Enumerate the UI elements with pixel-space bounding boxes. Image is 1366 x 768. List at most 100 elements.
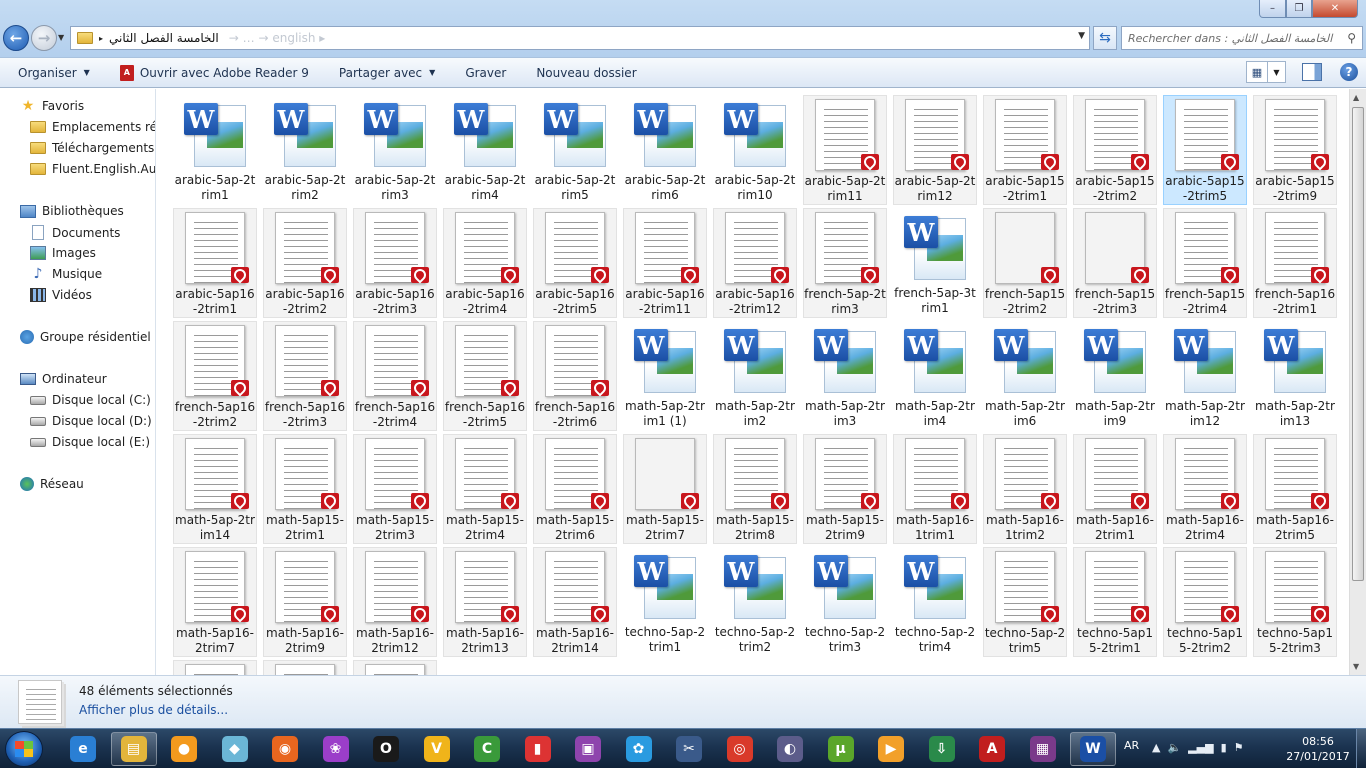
nav-libraries[interactable]: Bibliothèques [20, 204, 124, 218]
file-item[interactable]: arabic-5ap16-2trim5 [533, 208, 617, 318]
file-item[interactable]: Warabic-5ap-2trim2 [263, 95, 347, 205]
file-item[interactable]: Warabic-5ap-2trim5 [533, 95, 617, 205]
nav-recent-places[interactable]: Emplacements récents [30, 120, 155, 134]
file-item[interactable]: arabic-5ap15-2trim2 [1073, 95, 1157, 205]
taskbar-app-button[interactable]: ▶ [868, 732, 914, 766]
file-item[interactable]: french-5ap16-2trim3 [263, 321, 347, 431]
file-item[interactable]: Wmath-5ap-2trim12 [1163, 321, 1247, 431]
file-item[interactable]: arabic-5ap16-2trim3 [353, 208, 437, 318]
nav-downloads[interactable]: Téléchargements [30, 141, 154, 155]
taskbar-app-button[interactable]: W [1070, 732, 1116, 766]
taskbar-app-button[interactable]: ◐ [767, 732, 813, 766]
file-item[interactable]: math-5ap15-2trim9 [803, 434, 887, 544]
scroll-down-icon[interactable]: ▼ [1353, 662, 1359, 671]
file-item[interactable]: arabic-5ap16-2trim2 [263, 208, 347, 318]
file-item[interactable]: arabic-5ap15-2trim1 [983, 95, 1067, 205]
file-item[interactable]: french-5ap16-2trim4 [353, 321, 437, 431]
file-item[interactable]: Wtechno-5ap-2trim3 [803, 547, 887, 657]
show-more-details-link[interactable]: Afficher plus de détails... [79, 703, 228, 717]
nav-music[interactable]: ♪ Musique [30, 266, 103, 282]
file-item[interactable]: techno-5ap15-2trim1 [1073, 547, 1157, 657]
nav-images[interactable]: Images [30, 246, 96, 260]
forward-button[interactable]: → [31, 25, 57, 51]
taskbar-app-button[interactable]: ⇩ [919, 732, 965, 766]
taskbar-app-button[interactable]: ❀ [313, 732, 359, 766]
show-desktop-button[interactable] [1356, 729, 1366, 768]
taskbar-app-button[interactable]: C [464, 732, 510, 766]
open-with-button[interactable]: A Ouvrir avec Adobe Reader 9 [119, 64, 309, 81]
file-item[interactable]: math-5ap15-2trim4 [443, 434, 527, 544]
view-options-dropdown[interactable]: ▼ [1268, 61, 1286, 83]
file-item[interactable]: Warabic-5ap-2trim3 [353, 95, 437, 205]
nav-network[interactable]: Réseau [20, 477, 84, 491]
file-item[interactable]: math-5ap16-1trim2 [983, 434, 1067, 544]
file-item[interactable]: math-5ap16-2trim9 [263, 547, 347, 657]
flag-icon[interactable]: ⚑ [1234, 741, 1244, 754]
taskbar-app-button[interactable]: O [363, 732, 409, 766]
file-item[interactable]: french-5ap16-2trim1 [1253, 208, 1337, 318]
file-item[interactable]: math-5ap15-2trim7 [623, 434, 707, 544]
breadcrumb-arrow-icon[interactable]: ▸ [99, 34, 103, 43]
file-item[interactable]: Wmath-5ap-2trim9 [1073, 321, 1157, 431]
taskbar-app-button[interactable]: ▤ [110, 732, 157, 766]
file-item[interactable]: techno-5ap15-2trim2 [1163, 547, 1247, 657]
nav-disk-c[interactable]: Disque local (C:) [30, 393, 151, 407]
file-item[interactable]: techno-5ap15-2trim3 [1253, 547, 1337, 657]
file-item[interactable]: Wtechno-5ap-2trim1 [623, 547, 707, 657]
taskbar-app-button[interactable]: ● [161, 732, 207, 766]
file-item[interactable]: math-5ap15-2trim1 [263, 434, 347, 544]
file-item[interactable]: math-5ap16-2trim12 [353, 547, 437, 657]
burn-button[interactable]: Graver [465, 66, 506, 80]
file-item[interactable]: french-5ap16-2trim5 [443, 321, 527, 431]
nav-computer[interactable]: Ordinateur [20, 372, 107, 386]
file-item[interactable]: techno-5ap-2trim5 [983, 547, 1067, 657]
file-item[interactable]: math-5ap16-2trim1 [1073, 434, 1157, 544]
scrollbar-thumb[interactable] [1352, 107, 1364, 581]
file-item[interactable]: french-5ap15-2trim3 [1073, 208, 1157, 318]
file-item[interactable]: Wmath-5ap-2trim1 (1) [623, 321, 707, 431]
taskbar-app-button[interactable]: ✿ [616, 732, 662, 766]
file-item[interactable]: arabic-5ap-2trim11 [803, 95, 887, 205]
file-item[interactable]: math-5ap16-2trim14 [533, 547, 617, 657]
taskbar-app-button[interactable]: ◉ [262, 732, 308, 766]
file-item[interactable]: Wtechno-5ap-2trim4 [893, 547, 977, 657]
taskbar-app-button[interactable]: V [414, 732, 460, 766]
file-item[interactable]: math-5ap16-1trim1 [893, 434, 977, 544]
close-button[interactable]: ✕ [1312, 0, 1358, 18]
language-indicator[interactable]: AR [1124, 739, 1139, 752]
file-item[interactable]: Warabic-5ap-2trim10 [713, 95, 797, 205]
file-item[interactable]: Wmath-5ap-2trim2 [713, 321, 797, 431]
file-item[interactable]: math-5ap16-2trim4 [1163, 434, 1247, 544]
file-item[interactable]: Wfrench-5ap-3trim1 [893, 208, 977, 318]
file-item[interactable]: Warabic-5ap-2trim6 [623, 95, 707, 205]
file-item[interactable]: french-5ap15-2trim4 [1163, 208, 1247, 318]
taskbar-app-button[interactable]: ◆ [212, 732, 258, 766]
file-item[interactable]: Wtechno-5ap-2trim2 [713, 547, 797, 657]
taskbar-app-button[interactable]: ▣ [565, 732, 611, 766]
file-item[interactable]: arabic-5ap16-2trim1 [173, 208, 257, 318]
file-item[interactable]: math-5ap16-2trim7 [173, 547, 257, 657]
file-item[interactable]: Wmath-5ap-2trim13 [1253, 321, 1337, 431]
new-folder-button[interactable]: Nouveau dossier [536, 66, 636, 80]
file-item[interactable]: Wmath-5ap-2trim3 [803, 321, 887, 431]
clock[interactable]: 08:56 27/01/2017 [1283, 734, 1353, 764]
file-item[interactable]: arabic-5ap16-2trim11 [623, 208, 707, 318]
file-item[interactable]: french-5ap16-2trim6 [533, 321, 617, 431]
history-dropdown-icon[interactable]: ▼ [58, 33, 64, 42]
file-item[interactable]: math-5ap16-2trim5 [1253, 434, 1337, 544]
taskbar-app-button[interactable]: µ [818, 732, 864, 766]
vertical-scrollbar[interactable]: ▲ ▼ [1349, 89, 1366, 675]
file-item[interactable]: math-5ap15-2trim8 [713, 434, 797, 544]
preview-pane-button[interactable] [1302, 63, 1322, 81]
file-item[interactable]: arabic-5ap16-2trim12 [713, 208, 797, 318]
file-item[interactable] [173, 660, 257, 675]
change-view-button[interactable]: ▦ [1246, 61, 1268, 83]
signal-icon[interactable]: ▂▄▆ [1188, 741, 1213, 754]
file-item[interactable]: math-5ap15-2trim3 [353, 434, 437, 544]
nav-disk-e[interactable]: Disque local (E:) [30, 435, 150, 449]
start-button[interactable] [5, 731, 43, 767]
file-item[interactable]: math-5ap16-2trim13 [443, 547, 527, 657]
file-item[interactable]: math-5ap15-2trim6 [533, 434, 617, 544]
show-hidden-icons-icon[interactable]: ▲ [1152, 741, 1160, 754]
taskbar-app-button[interactable]: ✂ [666, 732, 712, 766]
